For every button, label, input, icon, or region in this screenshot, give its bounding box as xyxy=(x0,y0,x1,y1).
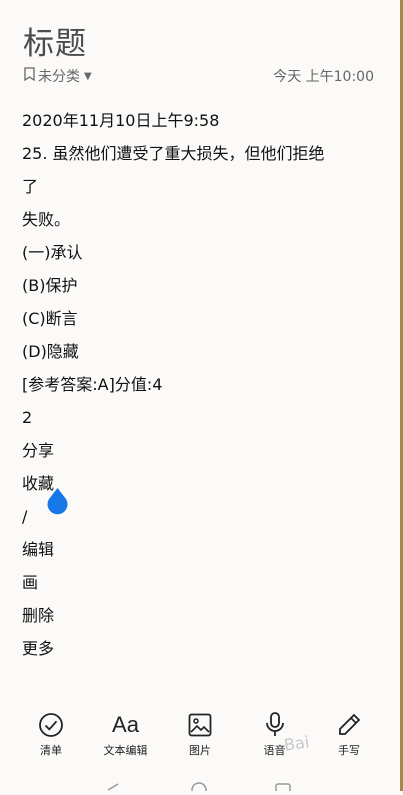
note-body[interactable]: 2020年11月10日上午9:58 25. 虽然他们遭受了重大损失，但他们拒绝 … xyxy=(22,104,372,665)
handwrite-button[interactable]: 手写 xyxy=(314,710,384,770)
text-edit-button[interactable]: Aa 文本编辑 xyxy=(91,710,161,770)
category-selector[interactable]: 未分类 ▼ xyxy=(24,66,92,86)
checklist-button[interactable]: 清单 xyxy=(16,710,86,770)
text-format-icon: Aa xyxy=(112,712,139,737)
note-line: 2 xyxy=(22,408,33,427)
note-line: [参考答案:A]分值:4 xyxy=(22,375,163,394)
text-edit-label: 文本编辑 xyxy=(103,744,148,757)
microphone-icon xyxy=(265,710,285,740)
bookmark-icon xyxy=(24,67,35,85)
note-line: (C)断言 xyxy=(22,309,78,328)
note-line: / xyxy=(22,507,28,526)
note-line: (一)承认 xyxy=(22,243,83,262)
pen-icon xyxy=(336,710,362,740)
category-label: 未分类 xyxy=(38,69,80,85)
image-icon xyxy=(188,710,212,740)
note-line: 画 xyxy=(22,573,39,592)
system-nav-bar xyxy=(0,776,400,795)
note-line: 了 xyxy=(22,177,39,196)
watermark-text: Bai xyxy=(282,732,311,755)
note-line: 失败。 xyxy=(22,210,71,229)
handwrite-label: 手写 xyxy=(338,744,360,757)
note-line: (D)隐藏 xyxy=(22,342,79,361)
voice-label: 语音 xyxy=(263,744,286,757)
note-title[interactable]: 标题 xyxy=(23,18,87,63)
note-line: 收藏 xyxy=(22,474,55,493)
note-line: (B)保护 xyxy=(22,276,78,295)
check-circle-icon xyxy=(38,710,64,740)
image-label: 图片 xyxy=(189,744,211,757)
note-line: 25. 虽然他们遭受了重大损失，但他们拒绝 xyxy=(22,144,325,163)
checklist-label: 清单 xyxy=(40,744,62,757)
cursor-handle-icon[interactable] xyxy=(47,488,68,515)
note-line: 删除 xyxy=(22,606,55,625)
note-line: 分享 xyxy=(22,441,55,460)
caret-down-icon: ▼ xyxy=(84,70,92,82)
note-line: 编辑 xyxy=(22,540,55,559)
note-meta: 未分类 ▼ 今天 上午10:00 xyxy=(24,66,374,86)
note-timestamp: 今天 上午10:00 xyxy=(273,69,374,85)
image-button[interactable]: 图片 xyxy=(165,710,235,770)
bottom-toolbar: 清单 Aa 文本编辑 图片 语音 手写 xyxy=(0,710,400,770)
note-line: 更多 xyxy=(22,639,55,658)
note-line: 2020年11月10日上午9:58 xyxy=(22,111,220,130)
